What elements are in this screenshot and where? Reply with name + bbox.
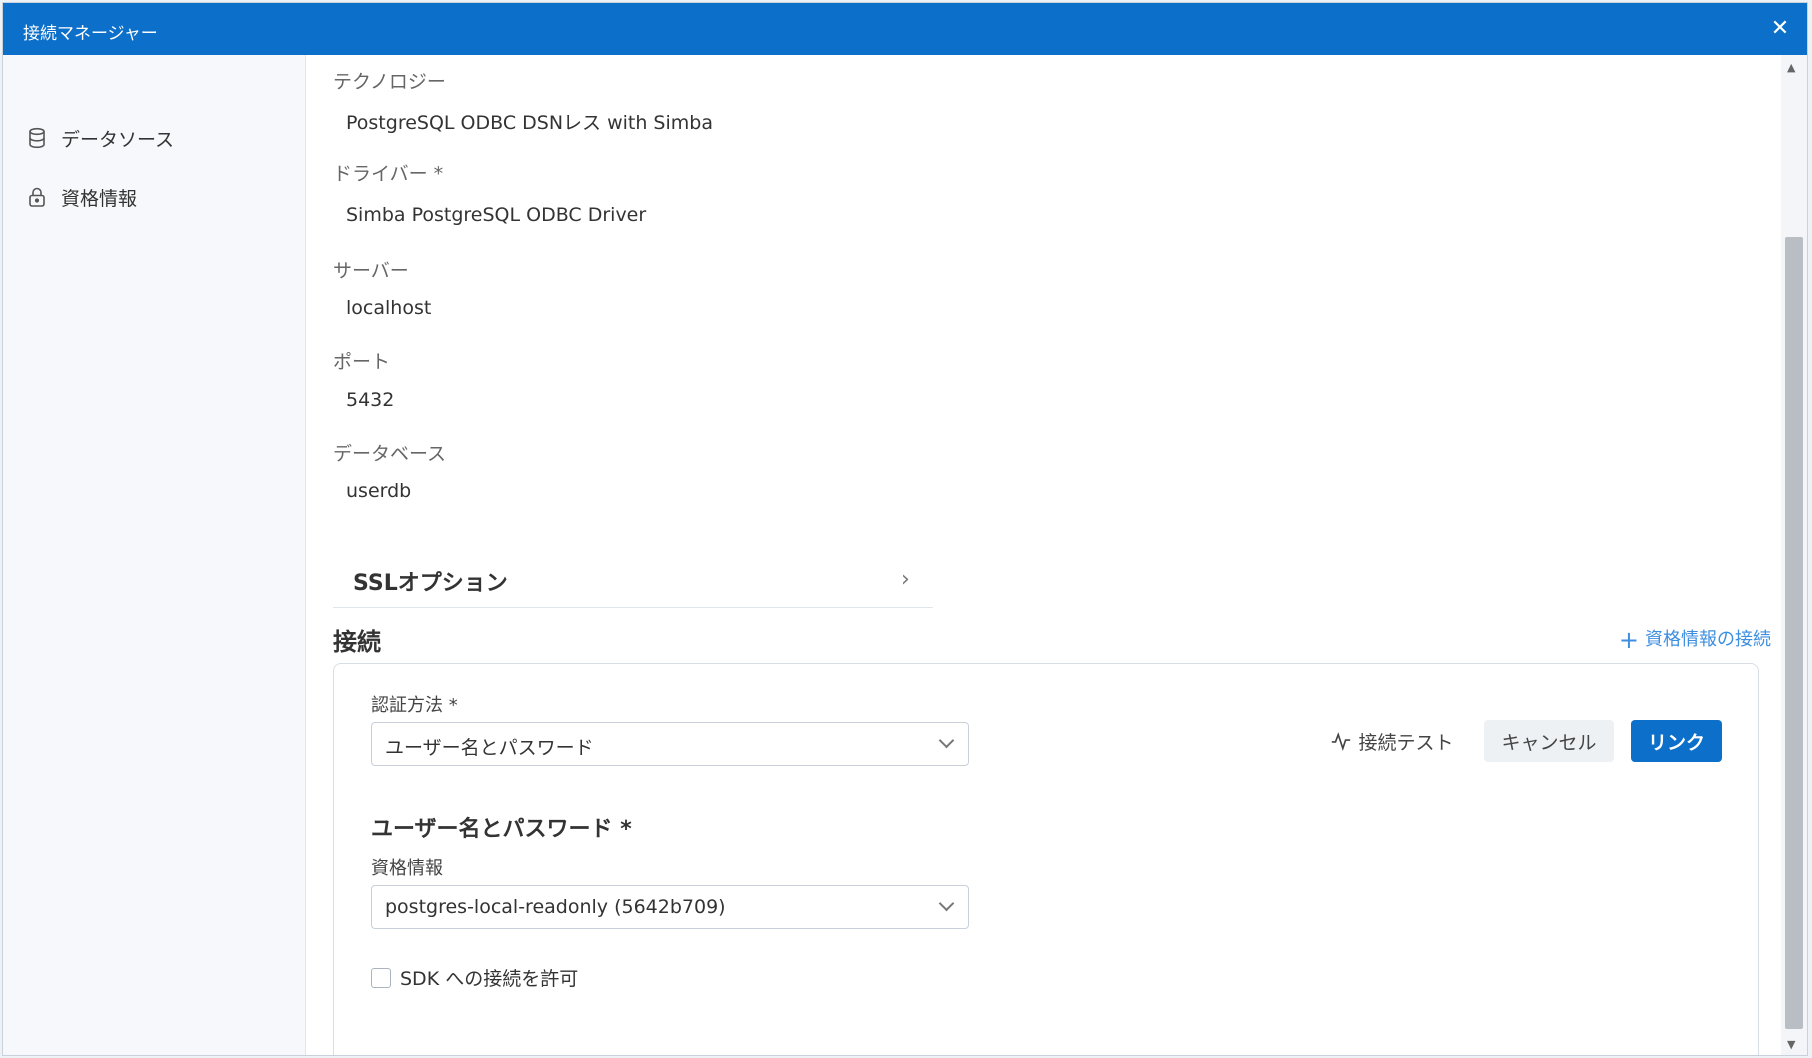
database-value: userdb <box>346 480 412 502</box>
port-label: ポート <box>333 351 391 373</box>
ssl-options-toggle[interactable]: SSLオプション › <box>333 545 933 608</box>
sdk-access-row: SDK への接続を許可 <box>371 964 578 991</box>
driver-label: ドライバー * <box>333 163 444 185</box>
scroll-up-icon[interactable]: ▲ <box>1787 61 1795 74</box>
technology-value: PostgreSQL ODBC DSNレス with Simba <box>346 112 713 134</box>
auth-method-label: 認証方法 * <box>371 695 458 716</box>
credential-label: 資格情報 <box>371 858 443 879</box>
window-title: 接続マネージャー <box>23 24 158 44</box>
sidebar-item-credentials[interactable]: 資格情報 <box>25 182 137 212</box>
title-bar: 接続マネージャー ✕ <box>3 3 1807 55</box>
server-label: サーバー <box>333 260 409 282</box>
scrollbar-thumb[interactable] <box>1785 237 1803 1029</box>
chevron-down-icon <box>938 895 955 912</box>
sdk-access-checkbox[interactable] <box>371 967 391 988</box>
server-value: localhost <box>346 297 432 319</box>
driver-value: Simba PostgreSQL ODBC Driver <box>346 204 647 226</box>
credential-value: postgres-local-readonly (5642b709) <box>385 896 726 918</box>
sidebar-item-label: データソース <box>61 128 175 151</box>
connection-manager-window: 接続マネージャー ✕ データソース 資格情報 テクノロジー PostgreSQL… <box>2 2 1808 1056</box>
database-label: データベース <box>333 443 447 465</box>
lock-icon <box>25 185 49 209</box>
close-icon[interactable]: ✕ <box>1767 16 1793 42</box>
chevron-right-icon: › <box>901 567 910 592</box>
plus-icon: + <box>1618 626 1639 654</box>
test-connection-button[interactable]: 接続テスト <box>1327 720 1457 762</box>
link-button[interactable]: リンク <box>1631 720 1722 762</box>
auth-method-select[interactable]: ユーザー名とパスワード <box>371 722 969 766</box>
sidebar: データソース 資格情報 <box>3 55 306 1055</box>
ssl-options-label: SSLオプション <box>353 571 508 596</box>
cancel-button[interactable]: キャンセル <box>1484 720 1614 762</box>
credential-select[interactable]: postgres-local-readonly (5642b709) <box>371 885 969 929</box>
sdk-access-label: SDK への接続を許可 <box>400 968 579 990</box>
sidebar-item-data-source[interactable]: データソース <box>25 123 174 153</box>
connection-card: 認証方法 * ユーザー名とパスワード 接続テスト キャンセル リンク ユーザー名… <box>333 663 1759 1055</box>
sidebar-item-label: 資格情報 <box>61 187 138 210</box>
connection-section-title: 接続 <box>333 628 381 656</box>
chevron-down-icon <box>938 732 955 749</box>
port-value: 5432 <box>346 389 395 411</box>
database-icon <box>25 126 49 150</box>
test-connection-label: 接続テスト <box>1358 731 1454 754</box>
main-panel: テクノロジー PostgreSQL ODBC DSNレス with Simba … <box>306 55 1781 1055</box>
auth-method-value: ユーザー名とパスワード <box>385 737 594 759</box>
scroll-down-icon[interactable]: ▼ <box>1787 1038 1795 1051</box>
userpass-title: ユーザー名とパスワード * <box>371 817 632 842</box>
technology-label: テクノロジー <box>333 71 446 93</box>
add-credential-label: 資格情報の接続 <box>1645 629 1771 650</box>
add-credential-link[interactable]: + 資格情報の接続 <box>1619 625 1771 654</box>
activity-icon <box>1332 732 1351 751</box>
vertical-scrollbar[interactable]: ▲ ▼ <box>1781 55 1807 1055</box>
